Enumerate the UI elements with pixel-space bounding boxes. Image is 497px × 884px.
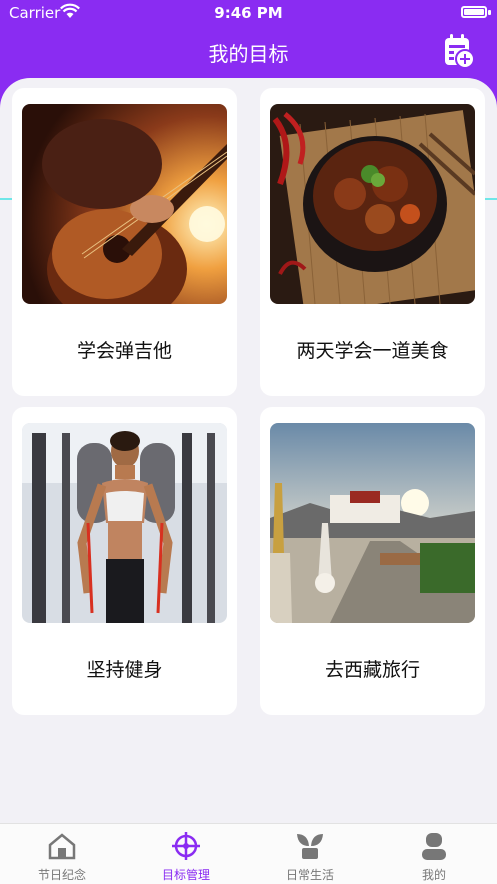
braised-meat-dish-photo <box>270 104 475 304</box>
goal-label: 两天学会一道美食 <box>296 340 449 362</box>
tab-mine[interactable]: 我的 <box>372 824 496 884</box>
tab-label: 我的 <box>421 868 446 882</box>
goal-label: 学会弹吉他 <box>76 340 172 362</box>
nav-bar: 我的目标 <box>0 30 497 74</box>
status-bar: Carrier 9:46 PM <box>0 0 497 26</box>
guitar-photo <box>22 104 227 304</box>
tab-label: 目标管理 <box>161 868 210 882</box>
goal-label: 去西藏旅行 <box>324 659 420 681</box>
goal-card-travel[interactable]: 去西藏旅行 <box>260 407 485 715</box>
person-icon <box>422 833 446 860</box>
tab-label: 日常生活 <box>285 868 334 882</box>
status-time: 9:46 PM <box>214 4 283 22</box>
tab-daily-life[interactable]: 日常生活 <box>248 824 372 884</box>
battery-icon <box>461 6 487 18</box>
potala-palace-photo <box>270 423 475 623</box>
add-goal-calendar-icon[interactable] <box>443 33 475 69</box>
tab-goal-management[interactable]: 目标管理 <box>124 824 248 884</box>
tab-label: 节日纪念 <box>37 868 86 882</box>
battery-tip <box>488 10 491 15</box>
tab-holiday-memorial[interactable]: 节日纪念 <box>0 824 124 884</box>
goal-label: 坚持健身 <box>86 659 163 681</box>
tab-bar: 节日纪念 目标管理 日常生活 我的 <box>0 823 497 884</box>
page-title: 我的目标 <box>208 42 289 66</box>
goal-card-food[interactable]: 两天学会一道美食 <box>260 88 485 396</box>
home-icon <box>48 833 76 860</box>
gym-woman-photo <box>22 423 227 623</box>
goal-card-fitness[interactable]: 坚持健身 <box>12 407 237 715</box>
goal-card-guitar[interactable]: 学会弹吉他 <box>12 88 237 396</box>
sprout-icon <box>297 834 323 859</box>
crosshair-target-icon <box>172 832 200 860</box>
